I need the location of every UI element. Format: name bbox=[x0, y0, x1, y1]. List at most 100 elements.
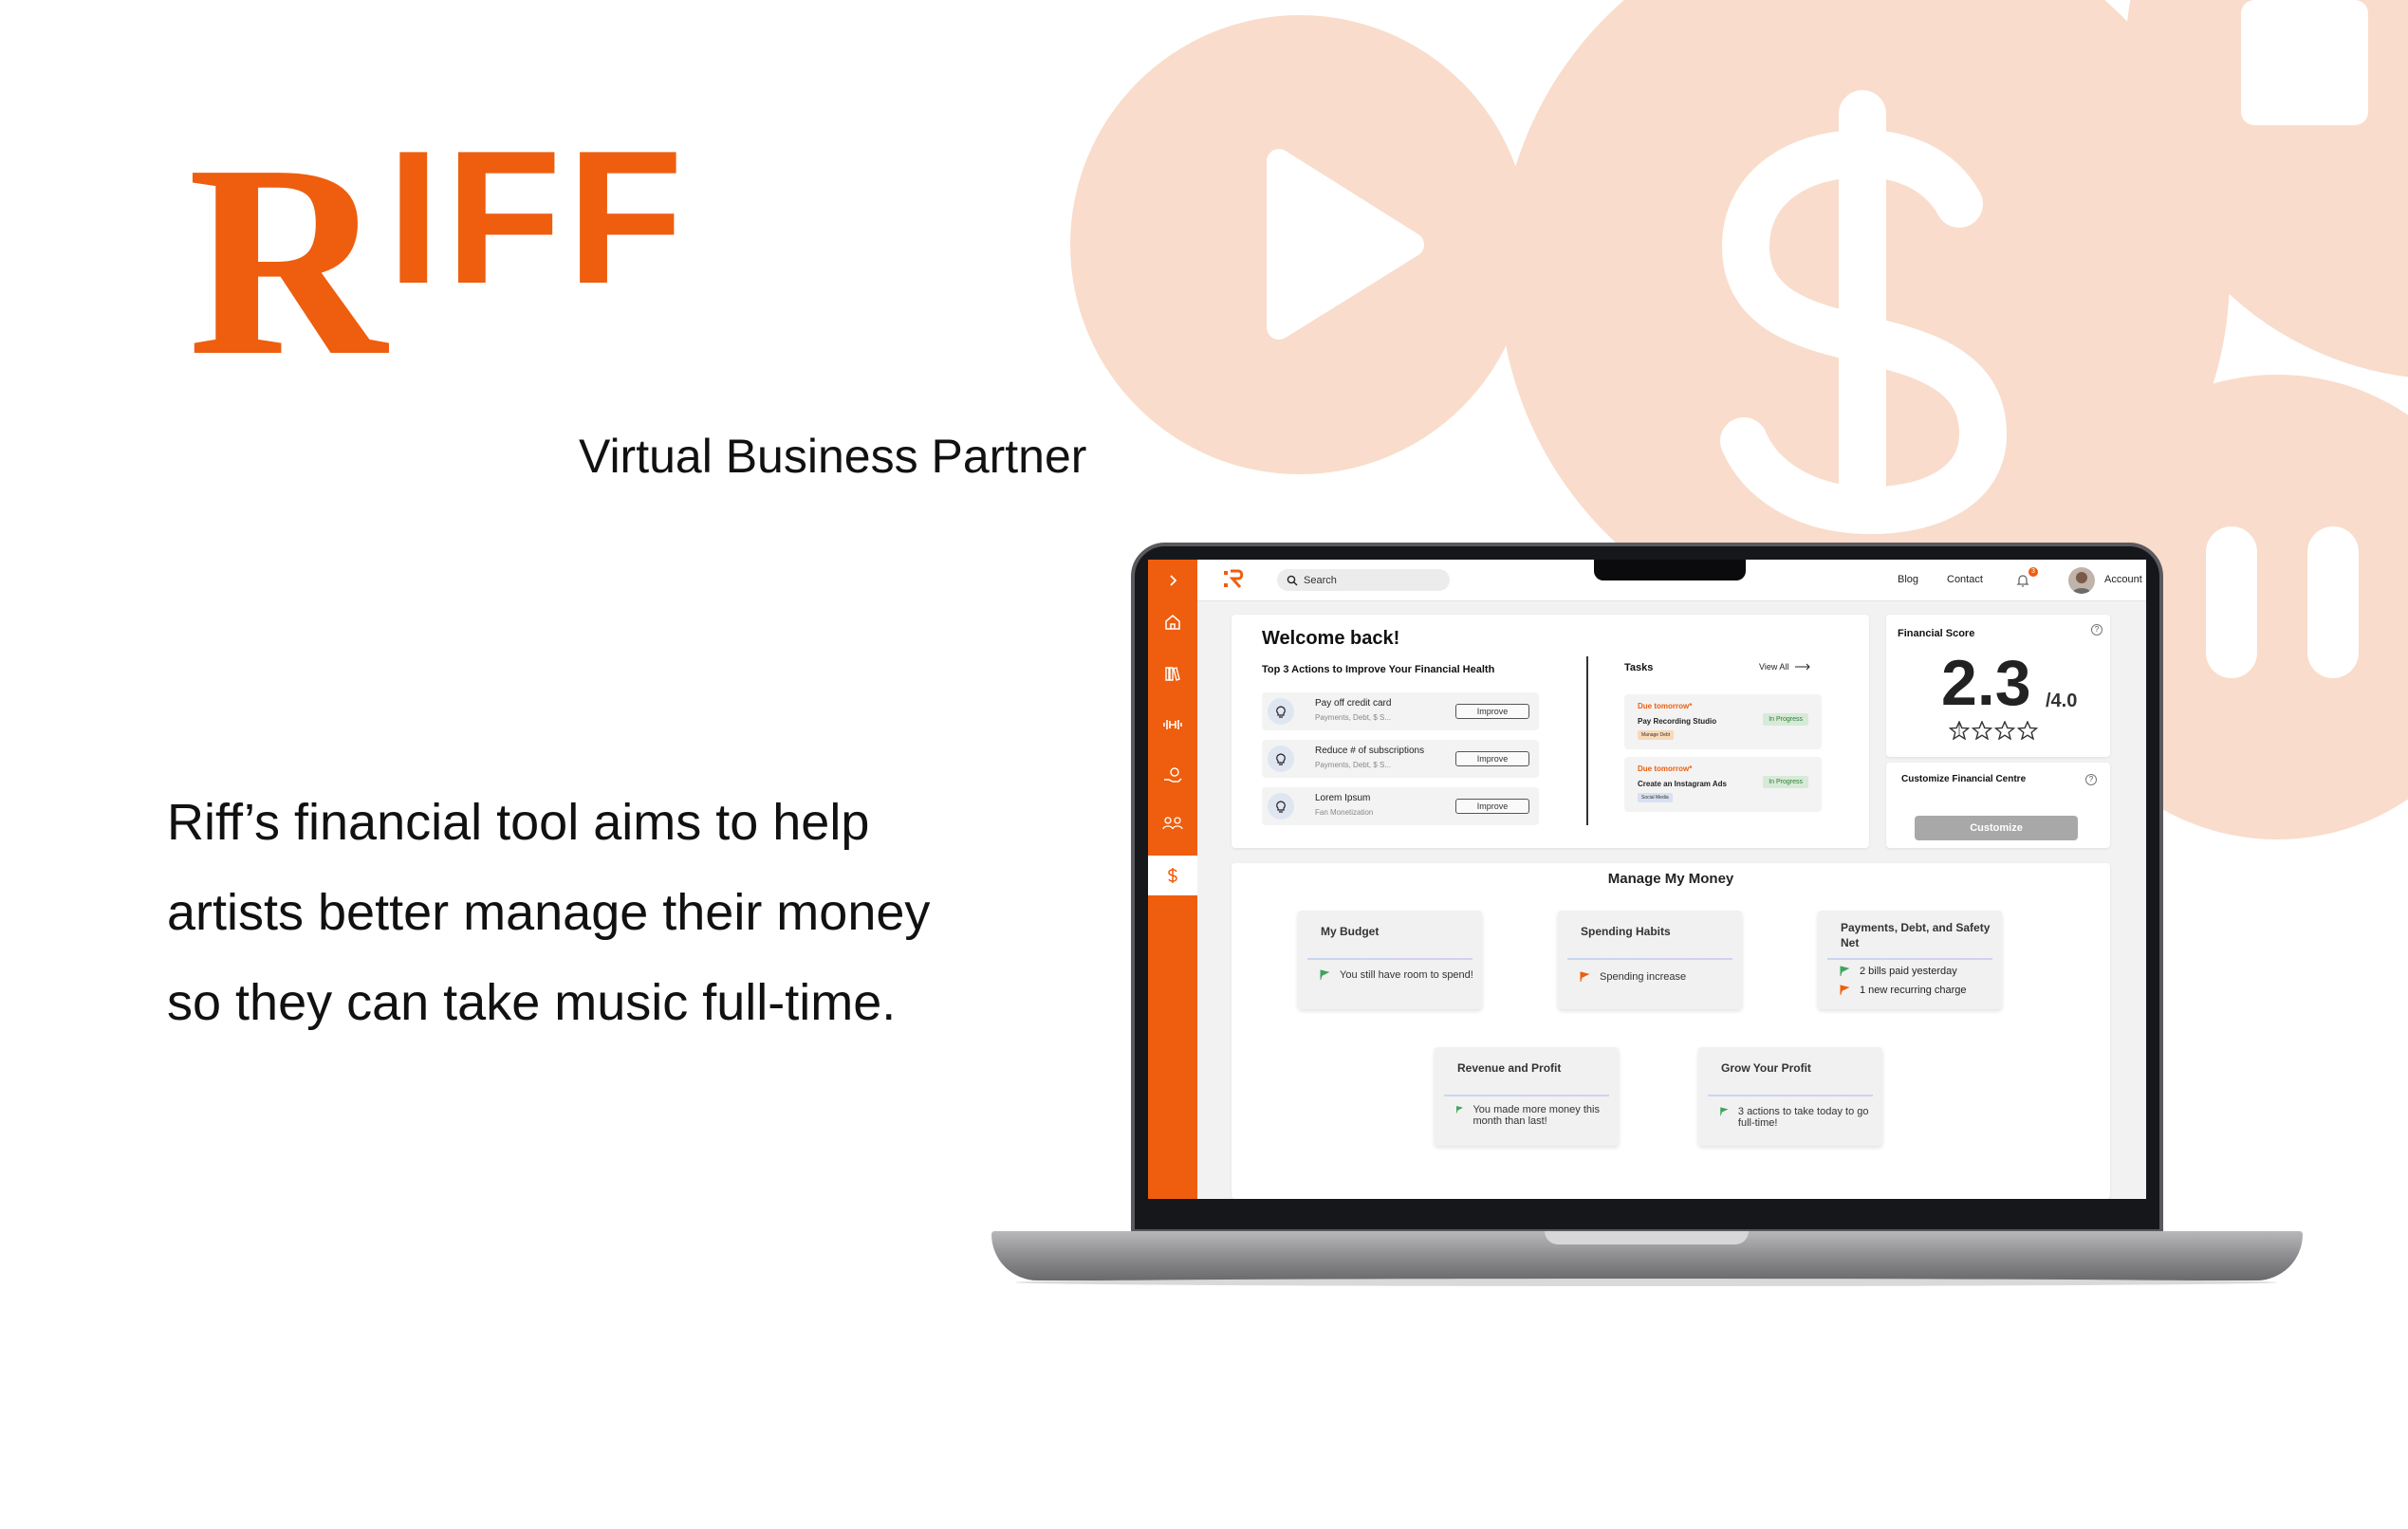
sidebar-item-training[interactable] bbox=[1148, 706, 1197, 744]
customize-card: Customize Financial Centre ? Customize bbox=[1886, 763, 2110, 848]
sidebar bbox=[1148, 560, 1197, 1199]
logo-letters-iff: IFF bbox=[387, 112, 689, 323]
money-card-my-budget[interactable]: My Budget You still have room to spend! bbox=[1298, 911, 1482, 1009]
card-divider bbox=[1307, 958, 1473, 960]
card-divider bbox=[1444, 1095, 1609, 1096]
money-card-item: You made more money this month than last… bbox=[1455, 1104, 1617, 1127]
improve-button[interactable]: Improve bbox=[1455, 751, 1529, 766]
money-card-item: You still have room to spend! bbox=[1319, 969, 1480, 981]
money-card-item-text: 2 bills paid yesterday bbox=[1860, 966, 1957, 977]
manage-money-section: Manage My Money My Budget You still have… bbox=[1232, 863, 2110, 1199]
star-icon bbox=[1972, 721, 1992, 740]
financial-score-title: Financial Score bbox=[1898, 628, 1975, 639]
product-description: Riff’s financial tool aims to help artis… bbox=[167, 794, 931, 1031]
task-status-badge: In Progress bbox=[1763, 713, 1808, 726]
avatar[interactable] bbox=[2068, 567, 2095, 594]
library-icon bbox=[1165, 667, 1180, 681]
green-flag-icon bbox=[1320, 969, 1330, 980]
task-card[interactable]: Due tomorrow* Create an Instagram Ads So… bbox=[1624, 757, 1822, 812]
app-logo[interactable] bbox=[1222, 567, 1247, 597]
money-card-title: Revenue and Profit bbox=[1457, 1061, 1562, 1075]
welcome-title: Welcome back! bbox=[1262, 628, 1400, 649]
action-tags: Payments, Debt, $ S... bbox=[1315, 761, 1392, 769]
money-card-title: Spending Habits bbox=[1581, 925, 1671, 938]
card-divider bbox=[1708, 1095, 1873, 1096]
sidebar-item-funding[interactable] bbox=[1148, 757, 1197, 795]
task-due: Due tomorrow* bbox=[1638, 764, 1693, 773]
action-item[interactable]: Lorem Ipsum Fan Monetization Improve bbox=[1262, 787, 1539, 825]
sidebar-item-community[interactable] bbox=[1148, 804, 1197, 842]
money-card-grow-profit[interactable]: Grow Your Profit 3 actions to take today… bbox=[1698, 1047, 1882, 1146]
task-title: Create an Instagram Ads bbox=[1638, 780, 1727, 788]
task-title: Pay Recording Studio bbox=[1638, 717, 1717, 726]
laptop-shadow bbox=[1015, 1279, 2277, 1286]
search-placeholder: Search bbox=[1304, 574, 1337, 586]
improve-button[interactable]: Improve bbox=[1455, 704, 1529, 719]
orange-flag-icon bbox=[1580, 971, 1590, 982]
financial-score-max: /4.0 bbox=[2046, 691, 2078, 711]
riff-logo-icon bbox=[1224, 569, 1244, 588]
task-tag: Manage Debt bbox=[1638, 730, 1675, 740]
tasks-heading: Tasks bbox=[1624, 662, 1654, 673]
money-card-title: Grow Your Profit bbox=[1721, 1061, 1811, 1075]
card-divider bbox=[1827, 958, 1992, 960]
improve-button[interactable]: Improve bbox=[1455, 799, 1529, 814]
money-card-item-text: You made more money this month than last… bbox=[1473, 1104, 1600, 1127]
account-menu-label[interactable]: Account bbox=[2104, 574, 2142, 585]
lightbulb-icon bbox=[1268, 793, 1294, 820]
bell-icon bbox=[2016, 575, 2029, 587]
hand-coin-icon bbox=[1164, 767, 1182, 783]
lightbulb-icon bbox=[1268, 698, 1294, 725]
community-icon bbox=[1162, 817, 1183, 830]
home-icon bbox=[1165, 615, 1180, 630]
notifications-button[interactable] bbox=[2015, 573, 2030, 593]
view-all-link[interactable]: View All bbox=[1759, 662, 1811, 672]
star-rating bbox=[1949, 721, 2038, 740]
sidebar-item-home[interactable] bbox=[1148, 603, 1197, 641]
sidebar-item-library[interactable] bbox=[1148, 654, 1197, 692]
money-card-spending-habits[interactable]: Spending Habits Spending increase bbox=[1558, 911, 1742, 1009]
nav-link-contact[interactable]: Contact bbox=[1947, 574, 1983, 585]
nav-link-blog[interactable]: Blog bbox=[1898, 574, 1918, 585]
help-icon[interactable]: ? bbox=[2085, 774, 2097, 785]
task-card[interactable]: Due tomorrow* Pay Recording Studio Manag… bbox=[1624, 694, 1822, 749]
dollar-icon bbox=[1168, 868, 1177, 883]
financial-score-value: 2.3 bbox=[1941, 647, 2031, 719]
action-title: Pay off credit card bbox=[1315, 698, 1392, 709]
welcome-card: Welcome back! Top 3 Actions to Improve Y… bbox=[1232, 615, 1869, 848]
action-title: Lorem Ipsum bbox=[1315, 793, 1371, 803]
money-card-item-text: 3 actions to take today to go full-time! bbox=[1737, 1106, 1869, 1129]
chevron-right-icon bbox=[1170, 575, 1177, 586]
green-flag-icon bbox=[1456, 1106, 1464, 1114]
card-divider bbox=[1567, 958, 1732, 960]
notification-badge: 3 bbox=[2028, 567, 2038, 577]
help-icon[interactable]: ? bbox=[2091, 624, 2102, 636]
money-card-item-text: 1 new recurring charge bbox=[1860, 985, 1967, 996]
action-title: Reduce # of subscriptions bbox=[1315, 746, 1425, 756]
search-bar[interactable]: Search bbox=[1277, 569, 1450, 591]
money-card-payments-debt[interactable]: Payments, Debt, and Safety Net 2 bills p… bbox=[1818, 911, 2002, 1009]
action-item[interactable]: Reduce # of subscriptions Payments, Debt… bbox=[1262, 740, 1539, 778]
star-icon bbox=[1994, 721, 2015, 740]
laptop-base-groove bbox=[1545, 1231, 1749, 1244]
user-photo-icon bbox=[2072, 572, 2091, 594]
money-card-item: 3 actions to take today to go full-time! bbox=[1719, 1106, 1880, 1129]
star-icon bbox=[1949, 721, 1970, 740]
green-flag-icon bbox=[1720, 1107, 1729, 1116]
task-status-badge: In Progress bbox=[1763, 776, 1808, 788]
app-screen: Search Blog Contact 3 Account Welcome ba… bbox=[1148, 560, 2146, 1199]
financial-score-card: Financial Score ? 2.3 /4.0 bbox=[1886, 615, 2110, 757]
money-card-item-text: Spending increase bbox=[1600, 971, 1687, 983]
money-card-item: 1 new recurring charge bbox=[1839, 985, 2000, 996]
task-due: Due tomorrow* bbox=[1638, 702, 1693, 710]
sidebar-expand-button[interactable] bbox=[1148, 562, 1197, 599]
action-item[interactable]: Pay off credit card Payments, Debt, $ S.… bbox=[1262, 692, 1539, 730]
money-card-item-text: You still have room to spend! bbox=[1340, 969, 1473, 981]
money-card-title: Payments, Debt, and Safety Net bbox=[1841, 921, 1991, 949]
sidebar-item-finance[interactable] bbox=[1148, 856, 1197, 895]
money-card-revenue-profit[interactable]: Revenue and Profit You made more money t… bbox=[1435, 1047, 1619, 1146]
customize-title: Customize Financial Centre bbox=[1901, 774, 2027, 784]
customize-button[interactable]: Customize bbox=[1915, 816, 2078, 840]
money-card-title: My Budget bbox=[1321, 925, 1380, 938]
star-icon bbox=[2017, 721, 2038, 740]
